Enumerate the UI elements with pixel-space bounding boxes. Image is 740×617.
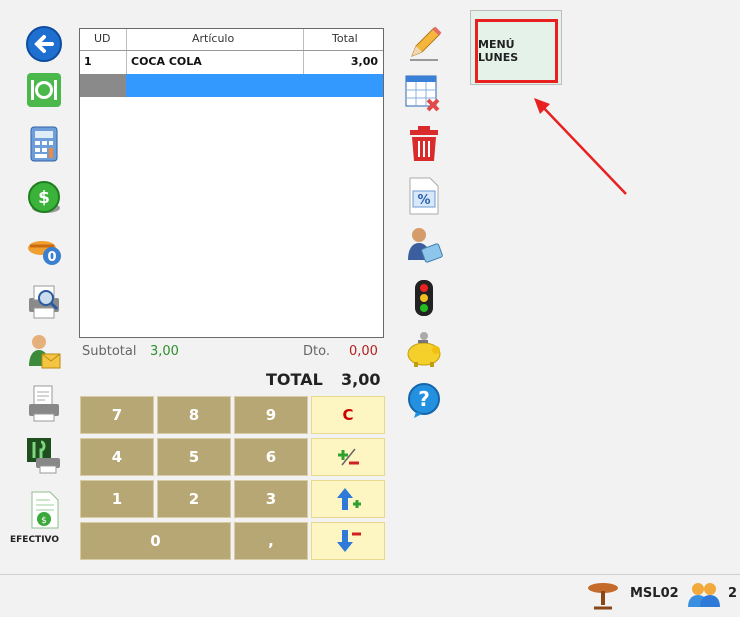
svg-text:$: $ bbox=[38, 188, 50, 208]
waiter-mail-icon[interactable] bbox=[24, 332, 64, 372]
subtotal-value: 3,00 bbox=[150, 344, 179, 359]
dollar-coin-icon[interactable]: $ bbox=[24, 178, 64, 218]
arrow-up-plus-icon bbox=[337, 488, 361, 510]
clear-key[interactable]: C bbox=[311, 396, 385, 434]
key-6[interactable]: 6 bbox=[234, 438, 308, 476]
print-preview-icon[interactable] bbox=[24, 282, 64, 322]
key-8[interactable]: 8 bbox=[157, 396, 231, 434]
key-9[interactable]: 9 bbox=[234, 396, 308, 434]
menu-lunes-label: MENÚ LUNES bbox=[478, 38, 519, 64]
percent-doc-icon[interactable]: % bbox=[404, 176, 444, 216]
kitchen-print-icon[interactable] bbox=[24, 436, 64, 476]
user-card-icon[interactable] bbox=[404, 226, 444, 266]
row-total: 3,00 bbox=[350, 55, 378, 68]
decrease-quantity-key[interactable] bbox=[311, 522, 385, 560]
back-arrow-icon[interactable] bbox=[24, 24, 64, 64]
pencil-icon[interactable] bbox=[404, 24, 444, 64]
key-2[interactable]: 2 bbox=[157, 480, 231, 518]
ticket-header: UD Artículo Total bbox=[80, 29, 383, 51]
efectivo-label[interactable]: EFECTIVO bbox=[10, 535, 59, 545]
trash-icon[interactable] bbox=[404, 124, 444, 164]
svg-text:%: % bbox=[417, 193, 430, 208]
subtotal-label: Subtotal bbox=[82, 344, 137, 359]
table-setting-icon[interactable] bbox=[24, 70, 64, 110]
key-comma[interactable]: , bbox=[234, 522, 308, 560]
printer-doc-icon[interactable] bbox=[24, 384, 64, 424]
piggy-bank-icon[interactable] bbox=[404, 330, 444, 370]
annotation-arrow bbox=[534, 98, 627, 195]
key-5[interactable]: 5 bbox=[157, 438, 231, 476]
increase-quantity-key[interactable] bbox=[311, 480, 385, 518]
arrow-down-minus-icon bbox=[337, 530, 361, 552]
column-header-articulo[interactable]: Artículo bbox=[192, 32, 234, 45]
key-1[interactable]: 1 bbox=[80, 480, 154, 518]
key-0[interactable]: 0 bbox=[80, 522, 231, 560]
guest-count: 2 bbox=[728, 586, 738, 601]
status-bar: MSL02 2 bbox=[0, 574, 740, 615]
svg-text:0: 0 bbox=[47, 250, 56, 265]
key-3[interactable]: 3 bbox=[234, 480, 308, 518]
help-icon[interactable]: ? bbox=[404, 380, 444, 420]
total-label: TOTAL bbox=[266, 370, 323, 389]
table-delete-icon[interactable] bbox=[404, 74, 444, 114]
svg-text:$: $ bbox=[41, 516, 47, 526]
discount-label: Dto. bbox=[303, 344, 330, 359]
table-code: MSL02 bbox=[630, 586, 679, 601]
discount-value: 0,00 bbox=[349, 344, 378, 359]
menu-lunes-button[interactable]: MENÚ LUNES bbox=[475, 19, 558, 83]
calculator-icon[interactable] bbox=[24, 124, 64, 164]
row-articulo: COCA COLA bbox=[131, 55, 202, 68]
key-4[interactable]: 4 bbox=[80, 438, 154, 476]
column-header-total[interactable]: Total bbox=[332, 32, 358, 45]
ticket-table: UD Artículo Total 1 COCA COLA 3,00 bbox=[79, 28, 384, 338]
table-row[interactable]: 1 COCA COLA 3,00 bbox=[80, 51, 383, 73]
key-7[interactable]: 7 bbox=[80, 396, 154, 434]
people-icon[interactable] bbox=[686, 577, 722, 613]
column-header-ud[interactable]: UD bbox=[94, 32, 111, 45]
svg-text:?: ? bbox=[418, 387, 430, 411]
traffic-light-icon[interactable] bbox=[404, 278, 444, 318]
table-icon[interactable] bbox=[586, 578, 620, 612]
dish-zero-icon[interactable]: 0 bbox=[24, 228, 64, 268]
total-value: 3,00 bbox=[341, 370, 381, 389]
plus-minus-icon bbox=[338, 448, 359, 466]
plus-minus-key[interactable] bbox=[311, 438, 385, 476]
row-ud: 1 bbox=[84, 55, 92, 68]
cash-document-icon[interactable]: $ bbox=[24, 490, 64, 530]
selected-empty-row[interactable] bbox=[80, 74, 383, 97]
